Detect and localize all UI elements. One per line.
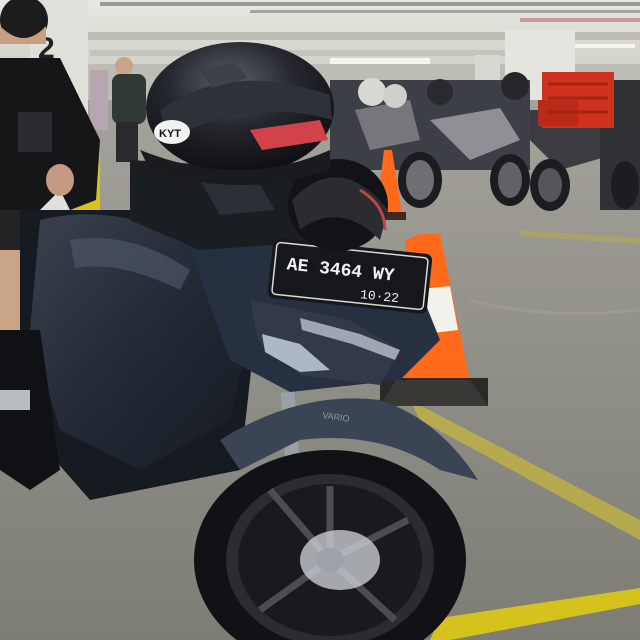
parking-garage-photo: 2 VARIO AE 3464 WY 10·22 KYT bbox=[0, 0, 640, 640]
background-person bbox=[90, 70, 108, 130]
red-crate bbox=[538, 72, 614, 128]
photo-canvas: 2 VARIO AE 3464 WY 10·22 KYT bbox=[0, 0, 640, 640]
ceiling-pipe bbox=[100, 2, 640, 6]
ceiling-pipe bbox=[250, 10, 640, 13]
ceiling-pipe-red bbox=[520, 18, 640, 22]
helmet-brand-logo: KYT bbox=[159, 128, 181, 140]
ceiling-light bbox=[575, 44, 635, 48]
ceiling-light bbox=[330, 58, 430, 64]
